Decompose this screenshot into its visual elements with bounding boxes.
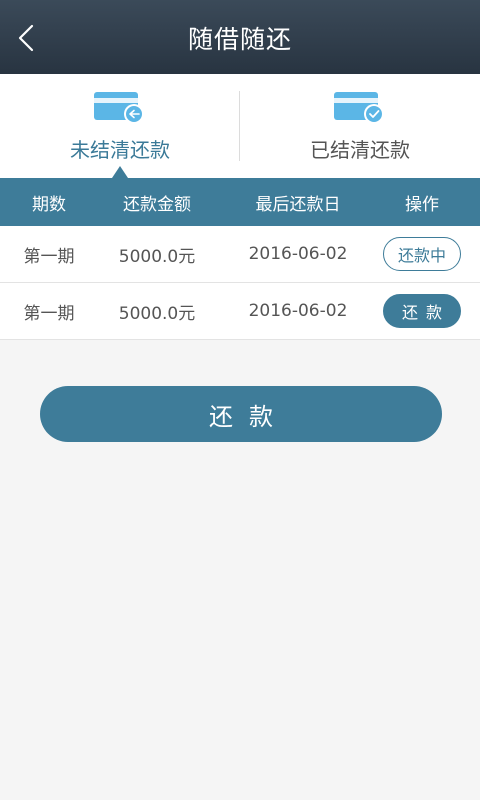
due-date-cell: 2016-06-02 <box>248 301 348 321</box>
due-date-cell: 2016-06-02 <box>248 244 348 264</box>
amount-cell: 5000.0元 <box>118 303 196 324</box>
tab-settled-label: 已结清还款 <box>310 138 410 162</box>
column-header-action: 操作 <box>405 194 439 215</box>
repaying-status-button[interactable]: 还款中 <box>383 237 461 271</box>
action-cell: 还款中 <box>380 226 464 282</box>
table-row: 第一期 5000.0元 2016-06-02 还款中 <box>0 226 480 283</box>
app-header: 随借随还 <box>0 0 480 74</box>
table-header: 期数 还款金额 最后还款日 操作 <box>0 178 480 226</box>
active-tab-indicator <box>112 166 128 178</box>
column-header-amount: 还款金额 <box>123 194 191 215</box>
action-cell: 还款 <box>380 283 464 339</box>
repayment-table: 第一期 5000.0元 2016-06-02 还款中 第一期 5000.0元 2… <box>0 226 480 340</box>
repay-button[interactable]: 还款 <box>40 386 442 442</box>
period-cell: 第一期 <box>23 303 75 324</box>
card-check-icon <box>334 92 384 124</box>
amount-cell: 5000.0元 <box>118 246 196 267</box>
tab-settled[interactable]: 已结清还款 <box>240 74 480 178</box>
column-header-due-date: 最后还款日 <box>255 194 341 215</box>
page-title: 随借随还 <box>187 25 292 54</box>
tab-unsettled-label: 未结清还款 <box>70 138 170 162</box>
period-cell: 第一期 <box>23 246 75 267</box>
table-row: 第一期 5000.0元 2016-06-02 还款 <box>0 283 480 340</box>
tab-bar: 未结清还款 已结清还款 <box>0 74 480 178</box>
tab-unsettled[interactable]: 未结清还款 <box>0 74 240 178</box>
card-return-icon <box>94 92 144 124</box>
column-header-period: 期数 <box>32 194 66 215</box>
repay-row-button[interactable]: 还款 <box>383 294 461 328</box>
